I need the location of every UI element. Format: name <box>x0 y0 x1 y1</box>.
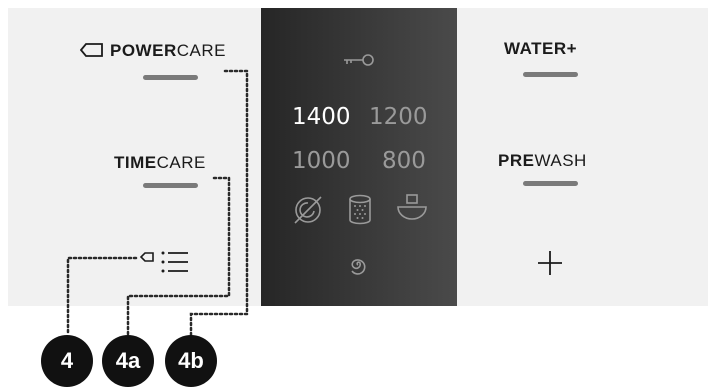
callout-badge-4a: 4a <box>102 335 154 387</box>
callout-lines <box>66 69 249 337</box>
callout-badge-4: 4 <box>41 335 93 387</box>
callout-badge-4b: 4b <box>165 335 217 387</box>
